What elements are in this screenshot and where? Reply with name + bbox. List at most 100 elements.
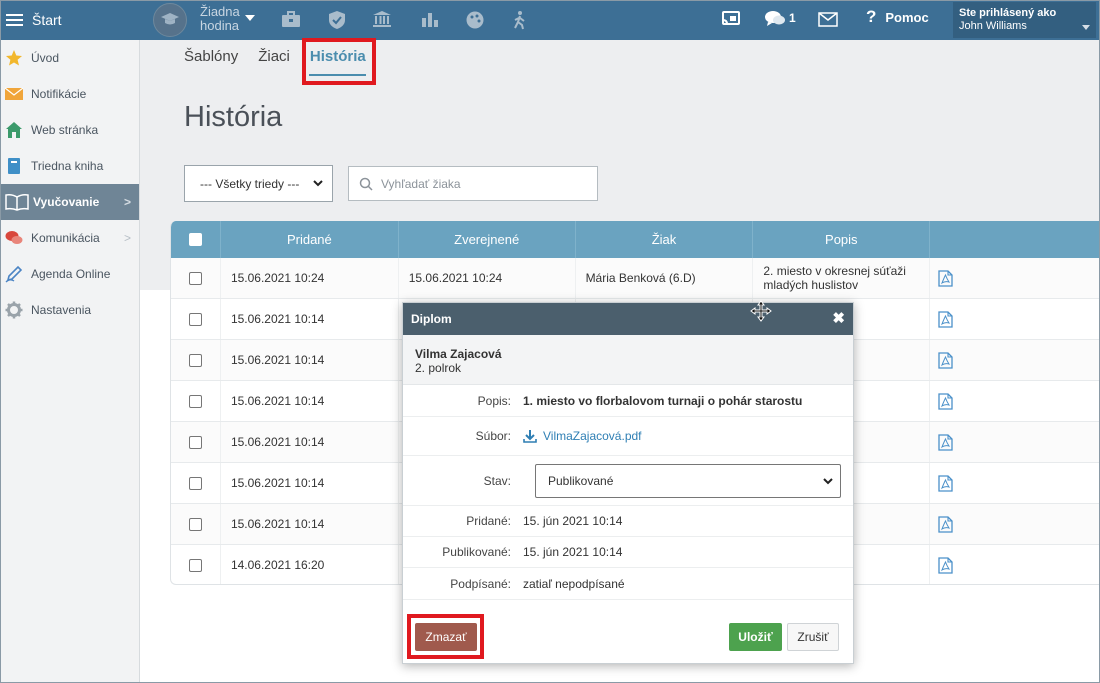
cell-added: 14.06.2021 16:20 bbox=[221, 545, 399, 584]
page-title: História bbox=[184, 101, 283, 133]
row-checkbox[interactable] bbox=[188, 558, 202, 572]
column-header-student[interactable]: Žiak bbox=[576, 221, 754, 258]
gear-icon bbox=[5, 301, 23, 319]
sidebar-item-vyucovanie[interactable]: Vyučovanie > bbox=[0, 184, 139, 220]
published-value: 15. jún 2021 10:14 bbox=[523, 545, 623, 559]
chevron-down-icon[interactable] bbox=[245, 15, 255, 21]
sidebar-item-label: Agenda Online bbox=[31, 267, 111, 281]
cell-file bbox=[930, 422, 1100, 462]
row-checkbox[interactable] bbox=[188, 517, 202, 531]
pdf-icon[interactable] bbox=[938, 269, 953, 287]
cell-file bbox=[930, 504, 1100, 544]
table-row[interactable]: 15.06.2021 10:24 15.06.2021 10:24 Mária … bbox=[171, 258, 1100, 299]
diploma-dialog: Diplom ✖ Vilma Zajacová 2. polrok Popis:… bbox=[402, 302, 854, 664]
shield-icon[interactable] bbox=[328, 10, 346, 33]
chevron-down-icon bbox=[1082, 25, 1090, 30]
user-menu[interactable]: Ste prihlásený ako John Williams bbox=[953, 2, 1096, 38]
sidebar-item-web-stranka[interactable]: Web stránka bbox=[0, 112, 139, 148]
search-placeholder: Vyhľadať žiaka bbox=[381, 176, 461, 191]
description-line1: 2. miesto v okresnej súťaži bbox=[763, 264, 906, 278]
row-checkbox[interactable] bbox=[188, 394, 202, 408]
cell-file bbox=[930, 340, 1100, 380]
user-logged-as-label: Ste prihlásený ako bbox=[959, 7, 1057, 19]
search-icon bbox=[359, 177, 373, 191]
close-icon[interactable]: ✖ bbox=[832, 311, 845, 326]
status-select[interactable]: Publikované bbox=[535, 464, 841, 498]
signed-label: Podpísané: bbox=[450, 576, 511, 591]
chat-bubbles-icon[interactable] bbox=[764, 10, 786, 31]
row-checkbox[interactable] bbox=[188, 353, 202, 367]
save-button[interactable]: Uložiť bbox=[729, 623, 782, 651]
palette-icon[interactable] bbox=[465, 10, 485, 33]
pdf-icon[interactable] bbox=[938, 474, 953, 492]
row-select bbox=[171, 463, 221, 503]
student-search-input[interactable]: Vyhľadať žiaka bbox=[348, 166, 598, 201]
pdf-icon[interactable] bbox=[938, 351, 953, 369]
header-select-all bbox=[171, 221, 221, 258]
sidebar-item-label: Triedna kniha bbox=[31, 159, 104, 173]
pdf-icon[interactable] bbox=[938, 433, 953, 451]
cell-added: 15.06.2021 10:14 bbox=[221, 422, 399, 462]
cancel-button[interactable]: Zrušiť bbox=[787, 623, 839, 651]
row-checkbox[interactable] bbox=[188, 476, 202, 490]
chevron-right-icon: > bbox=[123, 231, 131, 245]
row-checkbox[interactable] bbox=[188, 312, 202, 326]
cell-file bbox=[930, 545, 1100, 584]
column-header-published[interactable]: Zverejnené bbox=[399, 221, 576, 258]
sidebar-item-label: Úvod bbox=[31, 51, 60, 65]
chevron-down-icon bbox=[313, 180, 323, 187]
select-all-checkbox[interactable] bbox=[188, 233, 202, 246]
class-filter-select[interactable]: --- Všetky triedy --- bbox=[184, 165, 333, 202]
added-label: Pridané: bbox=[466, 514, 511, 528]
envelope-icon bbox=[5, 85, 23, 103]
lesson-selector[interactable]: Žiadna hodina bbox=[200, 5, 240, 33]
file-label: Súbor: bbox=[475, 429, 511, 443]
sidebar-item-agenda-online[interactable]: Agenda Online bbox=[0, 256, 139, 292]
pdf-icon[interactable] bbox=[938, 310, 953, 328]
pdf-icon[interactable] bbox=[938, 515, 953, 533]
sidebar-item-label: Komunikácia bbox=[31, 231, 100, 245]
bank-icon[interactable] bbox=[372, 10, 392, 31]
sidebar-item-uvod[interactable]: Úvod bbox=[0, 40, 139, 76]
column-header-description[interactable]: Popis bbox=[753, 221, 931, 258]
lesson-line1: Žiadna bbox=[200, 4, 240, 19]
field-row-file: Súbor: VilmaZajacová.pdf bbox=[403, 417, 853, 456]
start-label: Štart bbox=[32, 12, 62, 28]
dialog-student-info: Vilma Zajacová 2. polrok bbox=[403, 335, 853, 385]
file-download-link[interactable]: VilmaZajacová.pdf bbox=[523, 429, 853, 443]
tab-ziaci[interactable]: Žiaci bbox=[258, 48, 290, 65]
graduation-cap-icon[interactable] bbox=[153, 3, 187, 37]
pdf-icon[interactable] bbox=[938, 556, 953, 574]
bar-chart-icon[interactable] bbox=[421, 10, 439, 31]
sidebar-item-label: Web stránka bbox=[31, 123, 99, 137]
walking-person-icon[interactable] bbox=[509, 10, 531, 33]
sidebar-item-notifikacie[interactable]: Notifikácie bbox=[0, 76, 139, 112]
column-header-file bbox=[930, 221, 1100, 258]
tab-sablony[interactable]: Šablóny bbox=[184, 48, 238, 65]
chat-icon bbox=[5, 229, 23, 247]
row-checkbox[interactable] bbox=[188, 435, 202, 449]
sidebar-item-komunikacia[interactable]: Komunikácia > bbox=[0, 220, 139, 256]
help-button[interactable]: ? Pomoc bbox=[866, 7, 929, 27]
signed-value: zatiaľ nepodpísané bbox=[523, 576, 625, 591]
sidebar-item-nastavenia[interactable]: Nastavenia bbox=[0, 292, 139, 328]
row-checkbox[interactable] bbox=[188, 271, 202, 285]
chevron-right-icon: > bbox=[123, 195, 131, 209]
row-select bbox=[171, 299, 221, 339]
book-icon bbox=[5, 157, 23, 175]
pdf-icon[interactable] bbox=[938, 392, 953, 410]
cell-description: 2. miesto v okresnej súťaži mladých husli… bbox=[753, 258, 931, 298]
briefcase-icon[interactable] bbox=[281, 10, 301, 31]
chevron-down-icon bbox=[823, 478, 833, 485]
sidebar-item-triedna-kniha[interactable]: Triedna kniha bbox=[0, 148, 139, 184]
envelope-icon[interactable] bbox=[818, 12, 838, 30]
description-value: 1. miesto vo florbalovom turnaji o pohár… bbox=[523, 394, 803, 408]
pen-icon bbox=[5, 265, 23, 283]
cell-file bbox=[930, 381, 1100, 421]
column-header-added[interactable]: Pridané bbox=[221, 221, 399, 258]
start-menu-button[interactable]: Štart bbox=[0, 0, 140, 40]
cast-screen-icon[interactable] bbox=[721, 10, 741, 31]
cell-student: Mária Benková (6.D) bbox=[576, 258, 754, 298]
row-select bbox=[171, 340, 221, 380]
row-select bbox=[171, 422, 221, 462]
